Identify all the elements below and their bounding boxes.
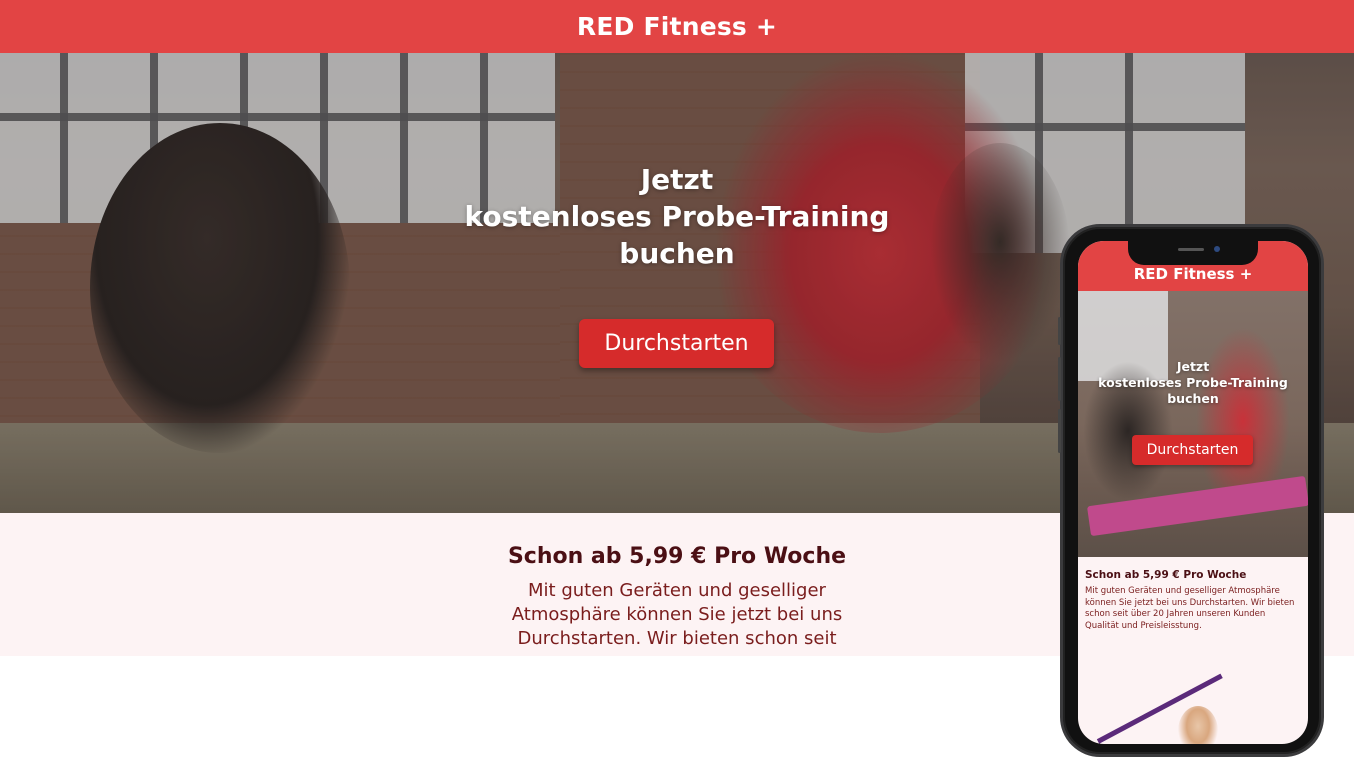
phone-screen: RED Fitness + Jetzt kostenloses Probe-Tr… xyxy=(1078,241,1308,744)
phone-notch xyxy=(1128,241,1258,265)
mobile-cta-durchstarten-button[interactable]: Durchstarten xyxy=(1132,435,1253,465)
mobile-offer-description: Mit guten Geräten und geselliger Atmosph… xyxy=(1085,586,1295,631)
cta-durchstarten-button[interactable]: Durchstarten xyxy=(579,319,774,368)
mobile-band-person-image xyxy=(1178,706,1218,744)
mobile-hero-line1: Jetzt xyxy=(1176,359,1210,374)
mobile-hero-line2: kostenloses Probe-Training xyxy=(1098,375,1288,390)
mobile-brand-logo-text[interactable]: RED Fitness + xyxy=(1134,265,1253,283)
mobile-offer-section: Schon ab 5,99 € Pro Woche Mit guten Gerä… xyxy=(1085,569,1301,632)
site-header: RED Fitness + xyxy=(0,0,1354,53)
phone-mockup: RED Fitness + Jetzt kostenloses Probe-Tr… xyxy=(1058,224,1324,757)
mobile-hero: Jetzt kostenloses Probe-Training buchen … xyxy=(1078,291,1308,557)
hero-headline-line1: Jetzt xyxy=(640,163,714,196)
mobile-hero-headline: Jetzt kostenloses Probe-Training buchen xyxy=(1078,359,1308,407)
mobile-hero-line3: buchen xyxy=(1167,391,1219,406)
brand-logo-text[interactable]: RED Fitness + xyxy=(577,12,777,41)
offer-description: Mit guten Geräten und geselliger Atmosph… xyxy=(511,580,843,649)
mobile-offer-title: Schon ab 5,99 € Pro Woche xyxy=(1085,569,1247,581)
